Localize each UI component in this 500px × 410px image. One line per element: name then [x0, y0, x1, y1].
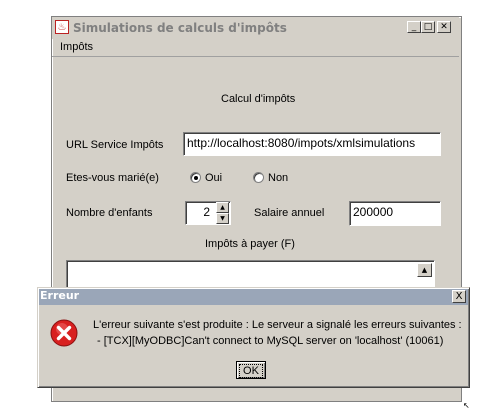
dialog-close-icon[interactable]: X [452, 290, 466, 303]
radio-oui[interactable] [190, 172, 201, 183]
error-message-line2: - [TCX][MyODBC]Can't connect to MySQL se… [97, 335, 444, 347]
married-label: Etes-vous marié(e) [66, 172, 159, 184]
children-label: Nombre d'enfants [66, 207, 153, 219]
url-input[interactable]: http://localhost:8080/impots/xmlsimulati… [183, 132, 441, 156]
java-app-icon: ♨ [55, 20, 69, 34]
dialog-title: Erreur [40, 289, 80, 302]
url-label: URL Service Impôts [66, 139, 164, 151]
error-message-line1: L'erreur suivante s'est produite : Le se… [93, 319, 462, 331]
mouse-cursor-icon: ↖ [463, 401, 470, 410]
spinner-up-icon[interactable]: ▲ [216, 202, 229, 213]
close-icon[interactable]: ✕ [437, 21, 451, 33]
form-heading: Calcul d'impôts [221, 93, 296, 105]
salary-input[interactable]: 200000 [349, 201, 441, 226]
radio-non[interactable] [253, 172, 264, 183]
scroll-up-icon[interactable]: ▲ [417, 263, 432, 277]
spinner-down-icon[interactable]: ▼ [216, 213, 229, 224]
error-icon [49, 318, 79, 348]
ok-button[interactable]: OK [236, 361, 266, 379]
ok-button-label: OK [239, 364, 263, 378]
tax-output [66, 260, 435, 288]
radio-non-label[interactable]: Non [268, 172, 288, 184]
minimize-icon[interactable]: _ [407, 21, 421, 33]
menubar [52, 40, 459, 57]
tax-label: Impôts à payer (F) [205, 238, 295, 250]
maximize-icon[interactable]: □ [421, 21, 435, 33]
radio-oui-label[interactable]: Oui [205, 172, 222, 184]
window-title: Simulations de calculs d'impôts [73, 21, 287, 35]
dialog-titlebar[interactable] [39, 289, 468, 305]
salary-label: Salaire annuel [254, 207, 325, 219]
menu-impots[interactable]: Impôts [60, 41, 93, 53]
